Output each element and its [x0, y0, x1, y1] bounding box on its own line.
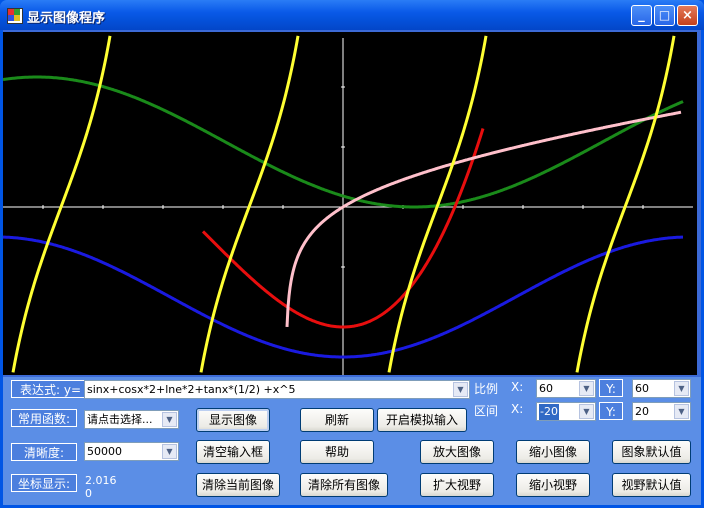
app-window: 显示图像程序 _ □ × 表达式: y= sinx+cosx*2+lne*2+t… — [0, 0, 704, 508]
expression-label: 表达式: y= — [11, 380, 85, 398]
yellow-curve-branch — [11, 35, 112, 373]
clear-current-image-button[interactable]: 清除当前图像 — [196, 473, 280, 497]
range-x-label: X: — [511, 402, 524, 416]
zoom-out-image-button[interactable]: 缩小图像 — [516, 440, 590, 464]
zoom-in-image-button[interactable]: 放大图像 — [420, 440, 494, 464]
show-image-button[interactable]: 显示图像 — [196, 408, 270, 432]
clear-all-images-button[interactable]: 清除所有图像 — [300, 473, 388, 497]
refresh-button[interactable]: 刷新 — [300, 408, 374, 432]
resolution-select[interactable]: 50000 ▼ — [84, 442, 179, 461]
graph-svg — [2, 35, 693, 375]
chevron-down-icon[interactable]: ▼ — [162, 412, 177, 427]
common-func-select[interactable]: 请点击选择... ▼ — [84, 410, 179, 429]
range-label: 区间 — [474, 404, 499, 418]
title-bar[interactable]: 显示图像程序 _ □ × — [0, 0, 704, 30]
scale-y-label: Y: — [599, 379, 623, 397]
close-button[interactable]: × — [677, 5, 698, 26]
chevron-down-icon[interactable]: ▼ — [579, 404, 594, 419]
yellow-curve-branch — [575, 35, 676, 373]
scale-label: 比例 — [474, 382, 499, 396]
scale-y-select[interactable]: 60 ▼ — [632, 379, 691, 398]
coord-x-value: 2.016 — [85, 474, 117, 487]
minimize-button[interactable]: _ — [631, 5, 652, 26]
chevron-down-icon[interactable]: ▼ — [162, 444, 177, 459]
range-x-select[interactable]: -20 ▼ — [536, 402, 596, 421]
coord-y-value: 0 — [85, 487, 92, 500]
maximize-icon: □ — [658, 8, 671, 22]
simulate-input-button[interactable]: 开启模拟输入 — [377, 408, 467, 432]
clear-input-button[interactable]: 清空输入框 — [196, 440, 270, 464]
range-y-label: Y: — [599, 402, 623, 420]
common-func-label: 常用函数: — [11, 409, 77, 427]
image-default-button[interactable]: 图象默认值 — [612, 440, 691, 464]
maximize-button[interactable]: □ — [654, 5, 675, 26]
close-icon: × — [682, 8, 693, 23]
graph-canvas[interactable] — [2, 32, 697, 375]
chevron-down-icon[interactable]: ▼ — [674, 404, 689, 419]
scale-x-label: X: — [511, 380, 524, 394]
resolution-label: 清晰度: — [11, 443, 77, 461]
coord-label: 坐标显示: — [11, 474, 77, 492]
scale-x-select[interactable]: 60 ▼ — [536, 379, 596, 398]
shrink-view-button[interactable]: 缩小视野 — [516, 473, 590, 497]
app-icon — [7, 8, 23, 24]
control-panel: 表达式: y= sinx+cosx*2+lne*2+tanx*(1/2) +x^… — [3, 377, 701, 505]
expression-input[interactable]: sinx+cosx*2+lne*2+tanx*(1/2) +x^5 ▼ — [84, 380, 470, 399]
chevron-down-icon[interactable]: ▼ — [453, 382, 468, 397]
view-default-button[interactable]: 视野默认值 — [612, 473, 691, 497]
window-title: 显示图像程序 — [27, 11, 106, 26]
help-button[interactable]: 帮助 — [300, 440, 374, 464]
expand-view-button[interactable]: 扩大视野 — [420, 473, 494, 497]
minimize-icon: _ — [638, 8, 645, 23]
chevron-down-icon[interactable]: ▼ — [674, 381, 689, 396]
range-y-select[interactable]: 20 ▼ — [632, 402, 691, 421]
y-equals-label: y= — [63, 383, 81, 397]
chevron-down-icon[interactable]: ▼ — [579, 381, 594, 396]
